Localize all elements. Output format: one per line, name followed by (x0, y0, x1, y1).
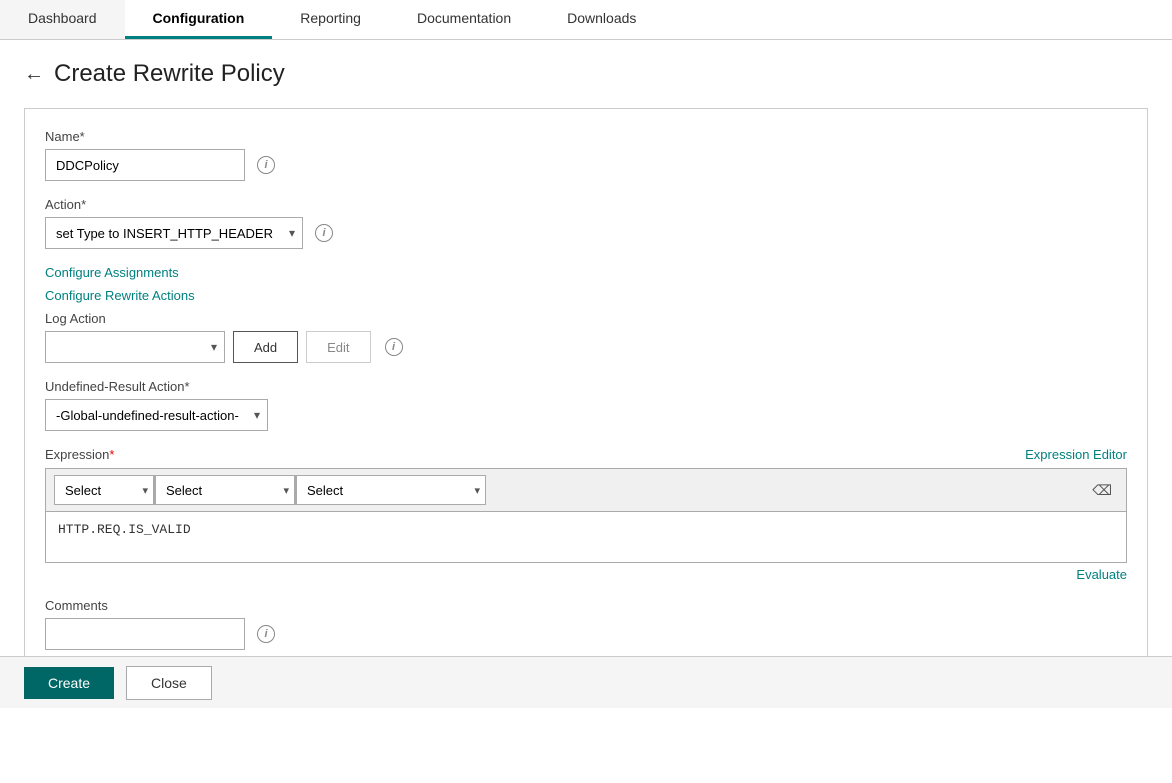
expression-editor-link[interactable]: Expression Editor (1025, 447, 1127, 462)
name-group: Name* i (45, 129, 1127, 181)
bottom-bar: Create Close (0, 656, 1172, 708)
expression-backspace-button[interactable]: ⌫ (1086, 480, 1118, 501)
page-title-row: ← Create Rewrite Policy (24, 60, 1148, 88)
expression-group: Expression* Expression Editor Select ▾ (45, 447, 1127, 582)
comments-info-icon: i (257, 625, 275, 643)
tab-dashboard[interactable]: Dashboard (0, 0, 125, 39)
back-arrow-icon[interactable]: ← (24, 63, 44, 86)
action-select[interactable]: set Type to INSERT_HTTP_HEADER (45, 217, 303, 249)
tab-reporting[interactable]: Reporting (272, 0, 389, 39)
tab-configuration[interactable]: Configuration (125, 0, 273, 39)
expression-selects-row: Select ▾ Select ▾ Select (46, 469, 1126, 512)
action-label: Action* (45, 197, 1127, 212)
tab-downloads[interactable]: Downloads (539, 0, 664, 39)
undefined-result-label: Undefined-Result Action* (45, 379, 1127, 394)
close-button[interactable]: Close (126, 666, 212, 700)
expression-label: Expression* (45, 447, 114, 462)
log-action-info-icon: i (385, 338, 403, 356)
log-action-group: Log Action ▾ Add Edit i (45, 311, 1127, 363)
action-info-icon: i (315, 224, 333, 242)
configure-assignments-link[interactable]: Configure Assignments (45, 265, 1127, 280)
expression-select-1[interactable]: Select (54, 475, 154, 505)
expression-select-3[interactable]: Select (296, 475, 486, 505)
expression-text: HTTP.REQ.IS_VALID (46, 512, 1126, 562)
log-action-label: Log Action (45, 311, 1127, 326)
nav-bar: Dashboard Configuration Reporting Docume… (0, 0, 1172, 40)
name-label: Name* (45, 129, 1127, 144)
expression-required: * (109, 447, 114, 462)
edit-button[interactable]: Edit (306, 331, 370, 363)
name-info-icon: i (257, 156, 275, 174)
add-button[interactable]: Add (233, 331, 298, 363)
evaluate-link[interactable]: Evaluate (1076, 567, 1127, 582)
create-button[interactable]: Create (24, 667, 114, 699)
action-group: Action* set Type to INSERT_HTTP_HEADER ▾… (45, 197, 1127, 249)
undefined-result-group: Undefined-Result Action* -Global-undefin… (45, 379, 1127, 431)
page-title: Create Rewrite Policy (54, 60, 285, 88)
name-input[interactable] (45, 149, 245, 181)
comments-label: Comments (45, 598, 1127, 613)
configure-rewrite-actions-link[interactable]: Configure Rewrite Actions (45, 288, 1127, 303)
form-panel: Name* i Action* set Type to INSERT_HTTP_… (24, 108, 1148, 687)
tab-documentation[interactable]: Documentation (389, 0, 539, 39)
comments-group: Comments i (45, 598, 1127, 650)
comments-input[interactable] (45, 618, 245, 650)
expression-box: Select ▾ Select ▾ Select (45, 468, 1127, 563)
log-action-select[interactable] (45, 331, 225, 363)
undefined-result-select[interactable]: -Global-undefined-result-action- (45, 399, 268, 431)
expression-select-2[interactable]: Select (155, 475, 295, 505)
